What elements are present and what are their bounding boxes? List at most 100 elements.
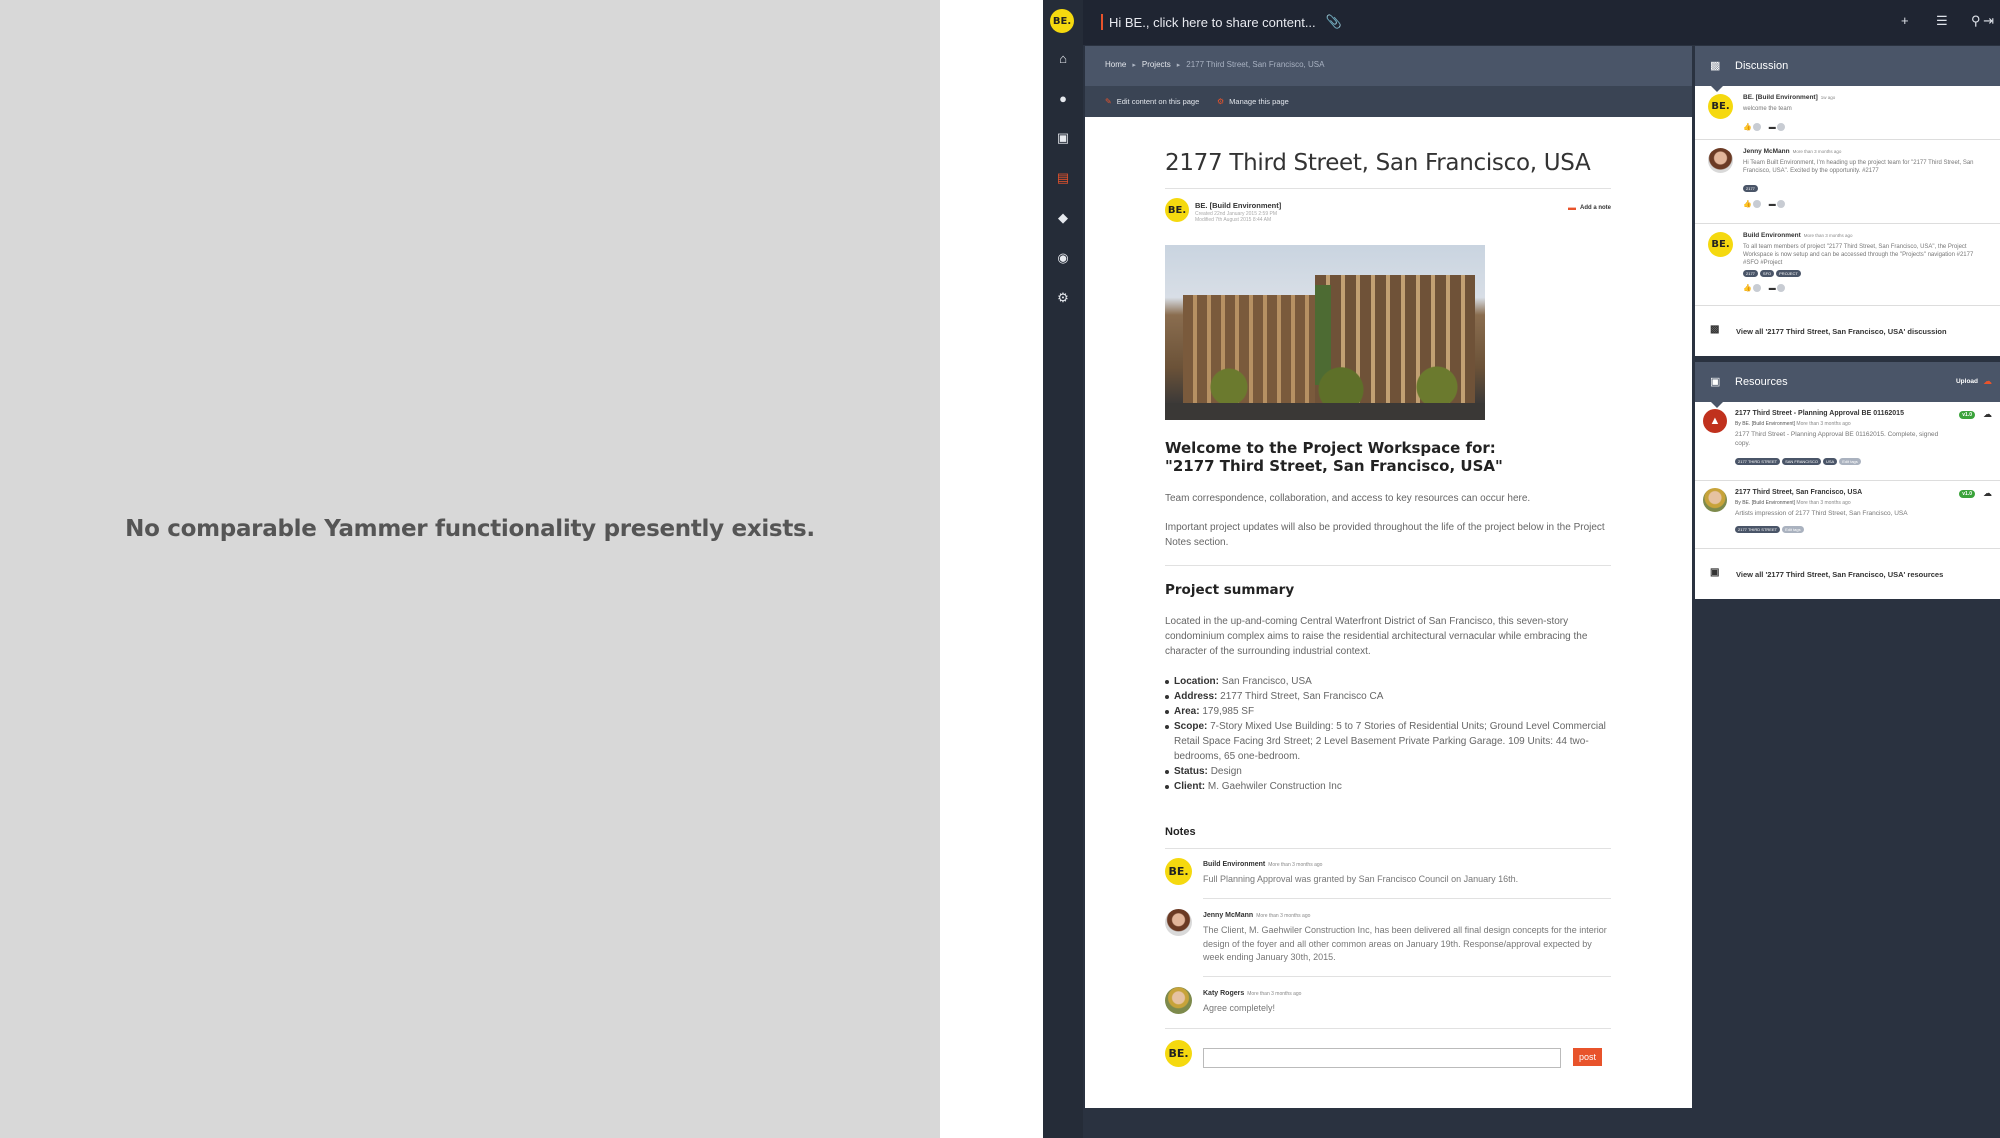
share-content-prompt[interactable]: Hi BE., click here to share content... 📎 xyxy=(1101,14,1342,30)
cloud-upload-icon[interactable]: ☁ xyxy=(1983,376,1992,387)
fact-value: M. Gaehwiler Construction Inc xyxy=(1207,781,1342,792)
divider xyxy=(1165,565,1611,566)
like-icon[interactable]: 👍 xyxy=(1743,200,1761,209)
add-note-button[interactable]: ▬ Add a note xyxy=(1568,203,1611,212)
note-author[interactable]: Jenny McMann More than 3 months ago xyxy=(1203,912,1310,919)
resources-list: ▲ 2177 Third Street - Planning Approval … xyxy=(1695,402,2000,599)
resource-title[interactable]: 2177 Third Street, San Francisco, USA xyxy=(1735,489,1862,496)
welcome-line-2: "2177 Third Street, San Francisco, USA" xyxy=(1165,457,1503,475)
edit-content-link[interactable]: ✎ Edit content on this page xyxy=(1105,97,1199,106)
discussion-header: ▩ Discussion xyxy=(1695,46,2000,92)
edit-bar: ✎ Edit content on this page ⚙ Manage thi… xyxy=(1085,86,1692,117)
post-author[interactable]: Jenny McMann More than 3 months ago xyxy=(1743,148,1841,155)
post-author[interactable]: Build Environment More than 3 months ago xyxy=(1743,232,1853,239)
people-icon[interactable]: ◉ xyxy=(1053,248,1073,268)
resource-tags: 2177 THIRD STREET Edit tags xyxy=(1735,526,1804,533)
tags-icon[interactable]: ◆ xyxy=(1053,208,1073,228)
version-badge: v1.0 xyxy=(1959,411,1975,419)
avatar[interactable]: BE. xyxy=(1708,94,1733,119)
avatar[interactable]: BE. xyxy=(1708,232,1733,257)
post-button[interactable]: post xyxy=(1573,1048,1602,1066)
manage-page-link[interactable]: ⚙ Manage this page xyxy=(1217,97,1289,106)
home-icon[interactable]: ⌂ xyxy=(1053,48,1073,68)
tag[interactable]: USA xyxy=(1822,458,1838,465)
tag[interactable]: 2177 THIRD STREET xyxy=(1735,526,1781,533)
edit-content-label[interactable]: Edit content on this page xyxy=(1117,97,1200,106)
avatar[interactable] xyxy=(1708,148,1733,173)
note-author[interactable]: Katy Rogers More than 3 months ago xyxy=(1203,990,1301,997)
avatar[interactable] xyxy=(1165,909,1192,936)
resource-title[interactable]: 2177 Third Street - Planning Approval BE… xyxy=(1735,410,1904,417)
comment-icon[interactable]: ▬ xyxy=(1769,284,1785,293)
fact-value: 7-Story Mixed Use Building: 5 to 7 Stori… xyxy=(1174,721,1606,762)
breadcrumb-home[interactable]: Home xyxy=(1105,60,1126,69)
tag[interactable]: 2177 xyxy=(1743,270,1758,277)
post-text: welcome the team xyxy=(1743,106,1792,112)
tag[interactable]: 2177 xyxy=(1743,185,1758,192)
like-icon[interactable]: 👍 xyxy=(1743,284,1761,293)
resource-tags: 2177 THIRD STREET SAN FRANCISCO USA Edit… xyxy=(1735,458,1861,465)
tag[interactable]: 2177 THIRD STREET xyxy=(1735,458,1781,465)
divider xyxy=(1203,898,1611,899)
list-item: BE. BE. [Build Environment] 1w ago welcom… xyxy=(1695,86,2000,140)
breadcrumb-projects[interactable]: Projects xyxy=(1142,60,1171,69)
note-time: More than 3 months ago xyxy=(1247,991,1302,997)
upload-label[interactable]: Upload xyxy=(1956,378,1978,385)
briefcase-icon: ▣ xyxy=(1710,567,1720,578)
edit-tags-button[interactable]: Edit tags xyxy=(1782,526,1804,533)
project-building-image xyxy=(1165,245,1485,420)
avatar[interactable]: BE. xyxy=(1165,858,1192,885)
breadcrumb-current: 2177 Third Street, San Francisco, USA xyxy=(1186,60,1325,69)
gear-icon[interactable]: ⚙ xyxy=(1053,288,1073,308)
pdf-icon[interactable]: ▲ xyxy=(1703,409,1727,433)
user-icon[interactable]: ● xyxy=(1053,88,1073,108)
summary-paragraph: Located in the up-and-coming Central Wat… xyxy=(1165,616,1588,657)
placeholder-message: No comparable Yammer functionality prese… xyxy=(125,516,815,542)
avatar[interactable] xyxy=(1165,987,1192,1014)
note-input[interactable] xyxy=(1203,1048,1561,1068)
tag[interactable]: SFO xyxy=(1759,270,1775,277)
edit-tags-button[interactable]: Edit tags xyxy=(1839,458,1861,465)
list-item: 2177 Third Street, San Francisco, USA By… xyxy=(1695,481,2000,549)
view-all-discussion-link[interactable]: ▩ View all '2177 Third Street, San Franc… xyxy=(1695,306,2000,356)
post-time: More than 3 months ago xyxy=(1803,233,1853,238)
footer-strip xyxy=(1085,1108,1692,1138)
paperclip-icon[interactable]: 📎 xyxy=(1326,14,1342,30)
image-thumbnail[interactable] xyxy=(1703,488,1727,512)
author-name[interactable]: BE. [Build Environment] xyxy=(1195,201,1281,210)
comment-icon[interactable]: ▬ xyxy=(1769,123,1785,132)
comment-icon[interactable]: ▬ xyxy=(1769,200,1785,209)
briefcase-icon[interactable]: ▣ xyxy=(1053,128,1073,148)
post-author[interactable]: BE. [Build Environment] 1w ago xyxy=(1743,94,1835,101)
share-prompt-text[interactable]: Hi BE., click here to share content... xyxy=(1109,15,1316,30)
like-icon[interactable]: 👍 xyxy=(1743,123,1761,132)
view-all-resources-link[interactable]: ▣ View all '2177 Third Street, San Franc… xyxy=(1695,549,2000,599)
plus-icon[interactable]: + xyxy=(1901,13,1909,28)
fact-label: Client: xyxy=(1174,781,1206,792)
note-text: Full Planning Approval was granted by Sa… xyxy=(1203,874,1519,884)
list-item: Area: 179,985 SF xyxy=(1165,704,1611,719)
post-text: Hi Team Built Environment, I'm heading u… xyxy=(1743,160,1974,174)
cloud-download-icon[interactable]: ☁ xyxy=(1983,409,1992,420)
sign-out-icon[interactable]: ⇥ xyxy=(1983,13,1994,29)
chat-icon: ▩ xyxy=(1710,60,1721,72)
post-text: To all team members of project "2177 Thi… xyxy=(1743,244,1974,266)
author-avatar[interactable]: BE. xyxy=(1165,198,1189,222)
list-icon[interactable]: ☰ xyxy=(1936,13,1948,29)
street xyxy=(1165,403,1485,420)
manage-page-label[interactable]: Manage this page xyxy=(1229,97,1289,106)
note-author[interactable]: Build Environment More than 3 months ago xyxy=(1203,861,1322,868)
tag[interactable]: PROJECT xyxy=(1776,270,1801,277)
brand-logo[interactable]: BE. xyxy=(1050,9,1074,33)
view-all-resources-label[interactable]: View all '2177 Third Street, San Francis… xyxy=(1736,570,1943,579)
tag[interactable]: SAN FRANCISCO xyxy=(1782,458,1821,465)
document-icon[interactable]: ▤ xyxy=(1053,168,1073,188)
post-tags: 2177 SFO PROJECT xyxy=(1743,270,1801,277)
view-all-discussion-label[interactable]: View all '2177 Third Street, San Francis… xyxy=(1736,327,1947,336)
avatar: BE. xyxy=(1165,1040,1192,1067)
search-icon[interactable]: ⚲ xyxy=(1971,13,1981,29)
add-note-label[interactable]: Add a note xyxy=(1580,205,1611,211)
cloud-download-icon[interactable]: ☁ xyxy=(1983,488,1992,499)
post-actions: 👍 ▬ xyxy=(1743,123,1785,132)
page-title: 2177 Third Street, San Francisco, USA xyxy=(1165,150,1591,176)
